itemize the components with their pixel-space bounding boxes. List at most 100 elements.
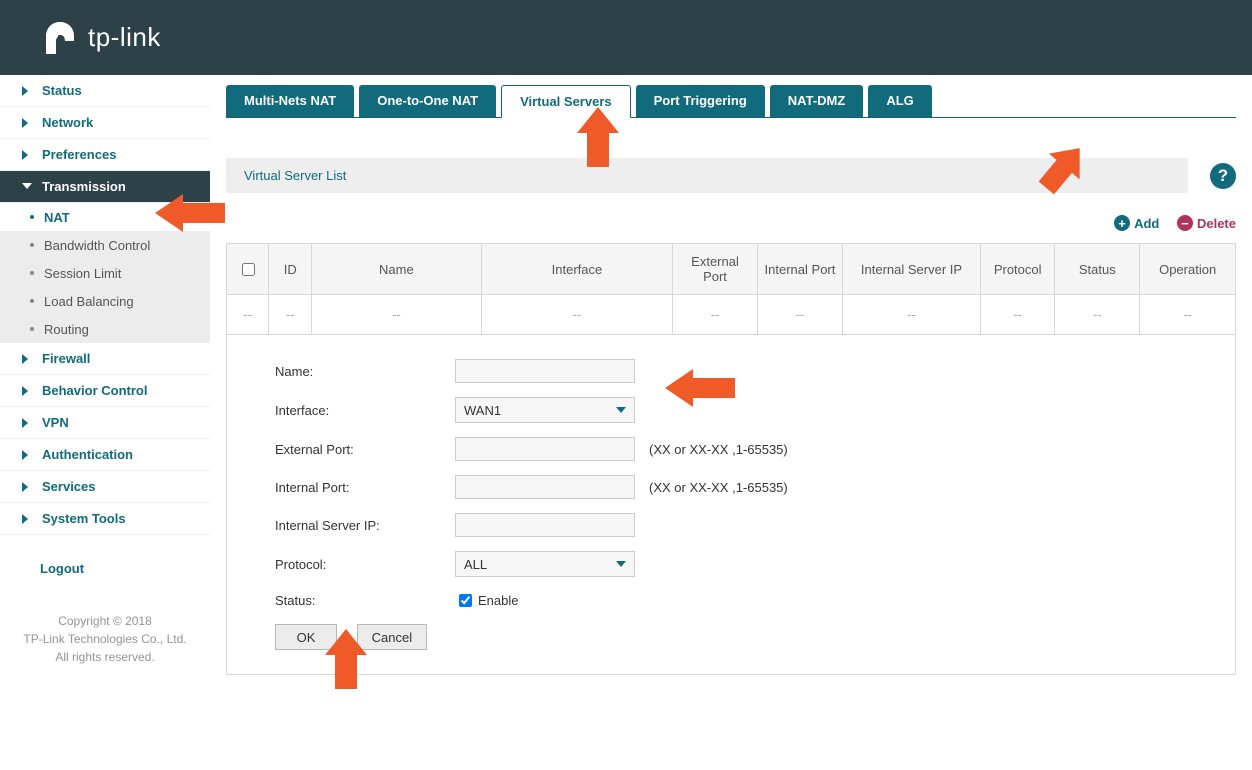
caret-right-icon xyxy=(22,354,32,364)
sidebar-item-systools[interactable]: System Tools xyxy=(0,503,210,535)
protocol-select[interactable]: ALL xyxy=(455,551,635,577)
help-icon[interactable]: ? xyxy=(1210,163,1236,189)
cell: -- xyxy=(481,295,672,335)
cancel-button[interactable]: Cancel xyxy=(357,624,427,650)
cell: -- xyxy=(842,295,980,335)
sidebar-item-auth[interactable]: Authentication xyxy=(0,439,210,471)
table-header-row: ID Name Interface External Port Internal… xyxy=(227,244,1236,295)
status-enable-wrap[interactable]: Enable xyxy=(455,591,518,610)
sidebar-sub-nat[interactable]: NAT xyxy=(0,203,210,231)
delete-button[interactable]: − Delete xyxy=(1177,215,1236,231)
col-name: Name xyxy=(311,244,481,295)
col-int-ip: Internal Server IP xyxy=(842,244,980,295)
sidebar-item-network[interactable]: Network xyxy=(0,107,210,139)
col-int-port: Internal Port xyxy=(757,244,842,295)
sidebar-label: VPN xyxy=(42,415,69,430)
status-enable-checkbox[interactable] xyxy=(459,594,472,607)
status-enable-label: Enable xyxy=(478,593,518,608)
minus-icon: − xyxy=(1177,215,1193,231)
ext-port-input[interactable] xyxy=(455,437,635,461)
interface-value: WAN1 xyxy=(464,403,501,418)
status-label: Status: xyxy=(275,593,455,608)
copyright: Copyright © 2018 TP-Link Technologies Co… xyxy=(0,602,210,686)
cell: -- xyxy=(1140,295,1236,335)
tab-nat-dmz[interactable]: NAT-DMZ xyxy=(770,85,864,117)
logout-link[interactable]: Logout xyxy=(0,535,210,602)
caret-right-icon xyxy=(22,514,32,524)
cell: -- xyxy=(673,295,758,335)
tab-onetoone[interactable]: One-to-One NAT xyxy=(359,85,496,117)
main-content: Multi-Nets NAT One-to-One NAT Virtual Se… xyxy=(210,75,1252,686)
sidebar-sub-routing[interactable]: Routing xyxy=(0,315,210,343)
caret-right-icon xyxy=(22,450,32,460)
sidebar-item-transmission[interactable]: Transmission xyxy=(0,171,210,203)
col-id: ID xyxy=(269,244,311,295)
sidebar-label: Authentication xyxy=(42,447,133,462)
caret-right-icon xyxy=(22,150,32,160)
sidebar-sub-label: Bandwidth Control xyxy=(44,238,150,253)
interface-select[interactable]: WAN1 xyxy=(455,397,635,423)
virtual-server-table: ID Name Interface External Port Internal… xyxy=(226,243,1236,675)
sidebar-label: Services xyxy=(42,479,96,494)
col-interface: Interface xyxy=(481,244,672,295)
cell: -- xyxy=(981,295,1055,335)
brand-logo: tp-link xyxy=(40,18,161,58)
protocol-label: Protocol: xyxy=(275,557,455,572)
int-port-hint: (XX or XX-XX ,1-65535) xyxy=(649,480,788,495)
app-header: tp-link xyxy=(0,0,1252,75)
sidebar-item-firewall[interactable]: Firewall xyxy=(0,343,210,375)
cell: -- xyxy=(757,295,842,335)
tab-multinets[interactable]: Multi-Nets NAT xyxy=(226,85,354,117)
sidebar-label: Behavior Control xyxy=(42,383,147,398)
sidebar-item-services[interactable]: Services xyxy=(0,471,210,503)
add-label: Add xyxy=(1134,216,1159,231)
caret-right-icon xyxy=(22,482,32,492)
ext-port-label: External Port: xyxy=(275,442,455,457)
sidebar-item-status[interactable]: Status xyxy=(0,75,210,107)
col-status: Status xyxy=(1055,244,1140,295)
add-form: Name: Interface: WAN1 xyxy=(227,335,1236,675)
select-all-checkbox[interactable] xyxy=(242,263,255,276)
interface-label: Interface: xyxy=(275,403,455,418)
tab-alg[interactable]: ALG xyxy=(868,85,931,117)
tab-port-triggering[interactable]: Port Triggering xyxy=(636,85,765,117)
sidebar-sub-label: Load Balancing xyxy=(44,294,134,309)
sidebar-label: Firewall xyxy=(42,351,90,366)
tplink-logo-icon xyxy=(40,18,80,58)
int-ip-input[interactable] xyxy=(455,513,635,537)
add-button[interactable]: + Add xyxy=(1114,215,1159,231)
col-operation: Operation xyxy=(1140,244,1236,295)
sidebar-sub-label: NAT xyxy=(44,210,70,225)
sidebar-label: Preferences xyxy=(42,147,116,162)
cell: -- xyxy=(311,295,481,335)
sidebar-item-behavior[interactable]: Behavior Control xyxy=(0,375,210,407)
cell: -- xyxy=(1055,295,1140,335)
sidebar-label: Transmission xyxy=(42,179,126,194)
sidebar-item-vpn[interactable]: VPN xyxy=(0,407,210,439)
cell: -- xyxy=(269,295,311,335)
brand-name: tp-link xyxy=(88,22,161,53)
sidebar: Status Network Preferences Transmission … xyxy=(0,75,210,686)
copyright-line: TP-Link Technologies Co., Ltd. xyxy=(5,630,205,648)
sidebar-sub-session[interactable]: Session Limit xyxy=(0,259,210,287)
sidebar-label: Network xyxy=(42,115,93,130)
caret-right-icon xyxy=(22,386,32,396)
int-port-input[interactable] xyxy=(455,475,635,499)
sidebar-sub-bandwidth[interactable]: Bandwidth Control xyxy=(0,231,210,259)
sidebar-sub-label: Session Limit xyxy=(44,266,121,281)
sidebar-item-preferences[interactable]: Preferences xyxy=(0,139,210,171)
chevron-down-icon xyxy=(616,403,626,418)
tab-virtual-servers[interactable]: Virtual Servers xyxy=(501,85,631,118)
caret-right-icon xyxy=(22,418,32,428)
tab-bar: Multi-Nets NAT One-to-One NAT Virtual Se… xyxy=(226,85,1236,118)
col-protocol: Protocol xyxy=(981,244,1055,295)
protocol-value: ALL xyxy=(464,557,487,572)
name-input[interactable] xyxy=(455,359,635,383)
sidebar-label: Status xyxy=(42,83,82,98)
plus-icon: + xyxy=(1114,215,1130,231)
sidebar-sub-loadbal[interactable]: Load Balancing xyxy=(0,287,210,315)
panel-title: Virtual Server List xyxy=(226,158,1188,193)
cell: -- xyxy=(227,295,269,335)
copyright-line: Copyright © 2018 xyxy=(5,612,205,630)
ok-button[interactable]: OK xyxy=(275,624,337,650)
